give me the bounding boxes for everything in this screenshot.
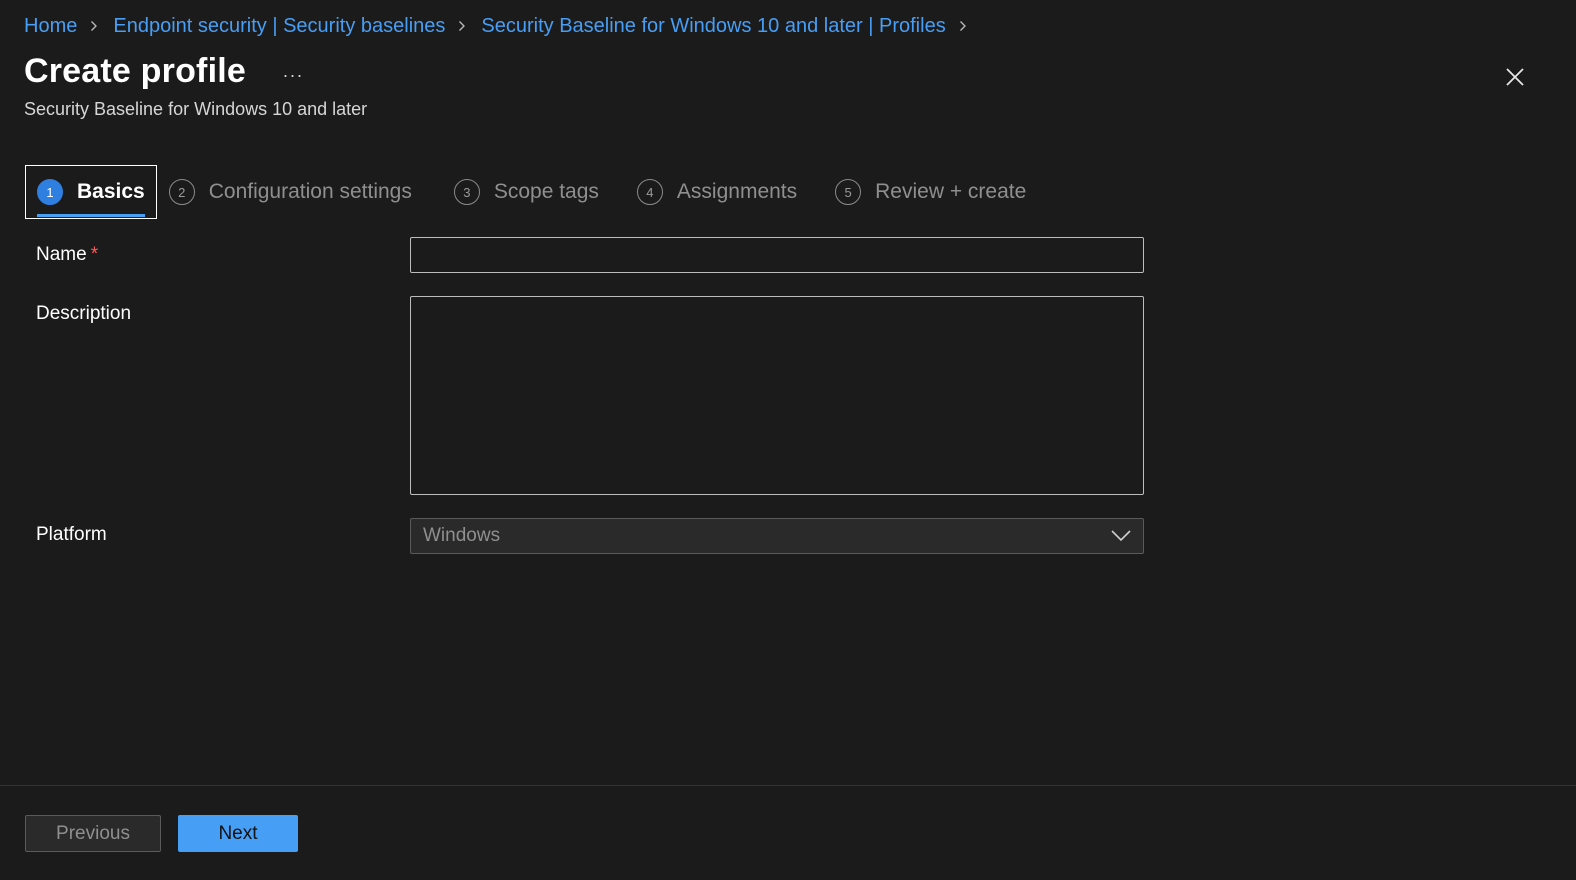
tab-configuration-settings[interactable]: 2 Configuration settings <box>157 165 424 219</box>
step-label: Scope tags <box>493 180 599 203</box>
description-field[interactable] <box>410 296 1144 495</box>
page-subtitle: Security Baseline for Windows 10 and lat… <box>24 99 368 119</box>
previous-button[interactable]: Previous <box>25 815 161 852</box>
platform-label: Platform <box>36 524 107 545</box>
breadcrumb-security-baselines[interactable]: Endpoint security | Security baselines <box>113 15 445 38</box>
tab-review-create[interactable]: 5 Review + create <box>823 165 1038 219</box>
breadcrumb-profiles[interactable]: Security Baseline for Windows 10 and lat… <box>481 15 945 38</box>
step-label: Basics <box>77 180 145 203</box>
name-label-text: Name <box>36 244 87 265</box>
description-label: Description <box>36 303 132 324</box>
step-label: Configuration settings <box>208 180 412 203</box>
page-title: Create profile <box>24 52 246 90</box>
step-number-icon: 2 <box>168 179 195 205</box>
required-marker: * <box>90 244 99 265</box>
chevron-down-icon <box>1111 530 1131 542</box>
step-number-icon: 1 <box>37 179 63 205</box>
step-number-icon: 5 <box>835 179 862 205</box>
close-icon[interactable] <box>1500 62 1530 92</box>
chevron-right-icon <box>958 21 968 31</box>
chevron-right-icon <box>457 21 467 31</box>
chevron-right-icon <box>89 21 99 31</box>
breadcrumb: Home Endpoint security | Security baseli… <box>24 12 982 40</box>
step-label: Review + create <box>875 180 1027 203</box>
breadcrumb-home[interactable]: Home <box>24 15 77 38</box>
more-icon[interactable]: ··· <box>280 62 306 88</box>
name-label: Name * <box>36 244 98 266</box>
next-button[interactable]: Next <box>178 815 298 852</box>
footer-divider <box>0 785 1576 786</box>
step-number-icon: 4 <box>636 179 663 205</box>
step-label: Assignments <box>676 180 798 203</box>
tab-assignments[interactable]: 4 Assignments <box>625 165 809 219</box>
step-number-icon: 3 <box>453 179 480 205</box>
wizard-steps: 1 Basics 2 Configuration settings 3 Scop… <box>25 165 1038 219</box>
name-field[interactable] <box>410 237 1144 273</box>
tab-scope-tags[interactable]: 3 Scope tags <box>442 165 611 219</box>
platform-dropdown[interactable]: Windows <box>410 518 1144 554</box>
platform-value: Windows <box>423 525 501 546</box>
tab-basics[interactable]: 1 Basics <box>25 165 157 219</box>
